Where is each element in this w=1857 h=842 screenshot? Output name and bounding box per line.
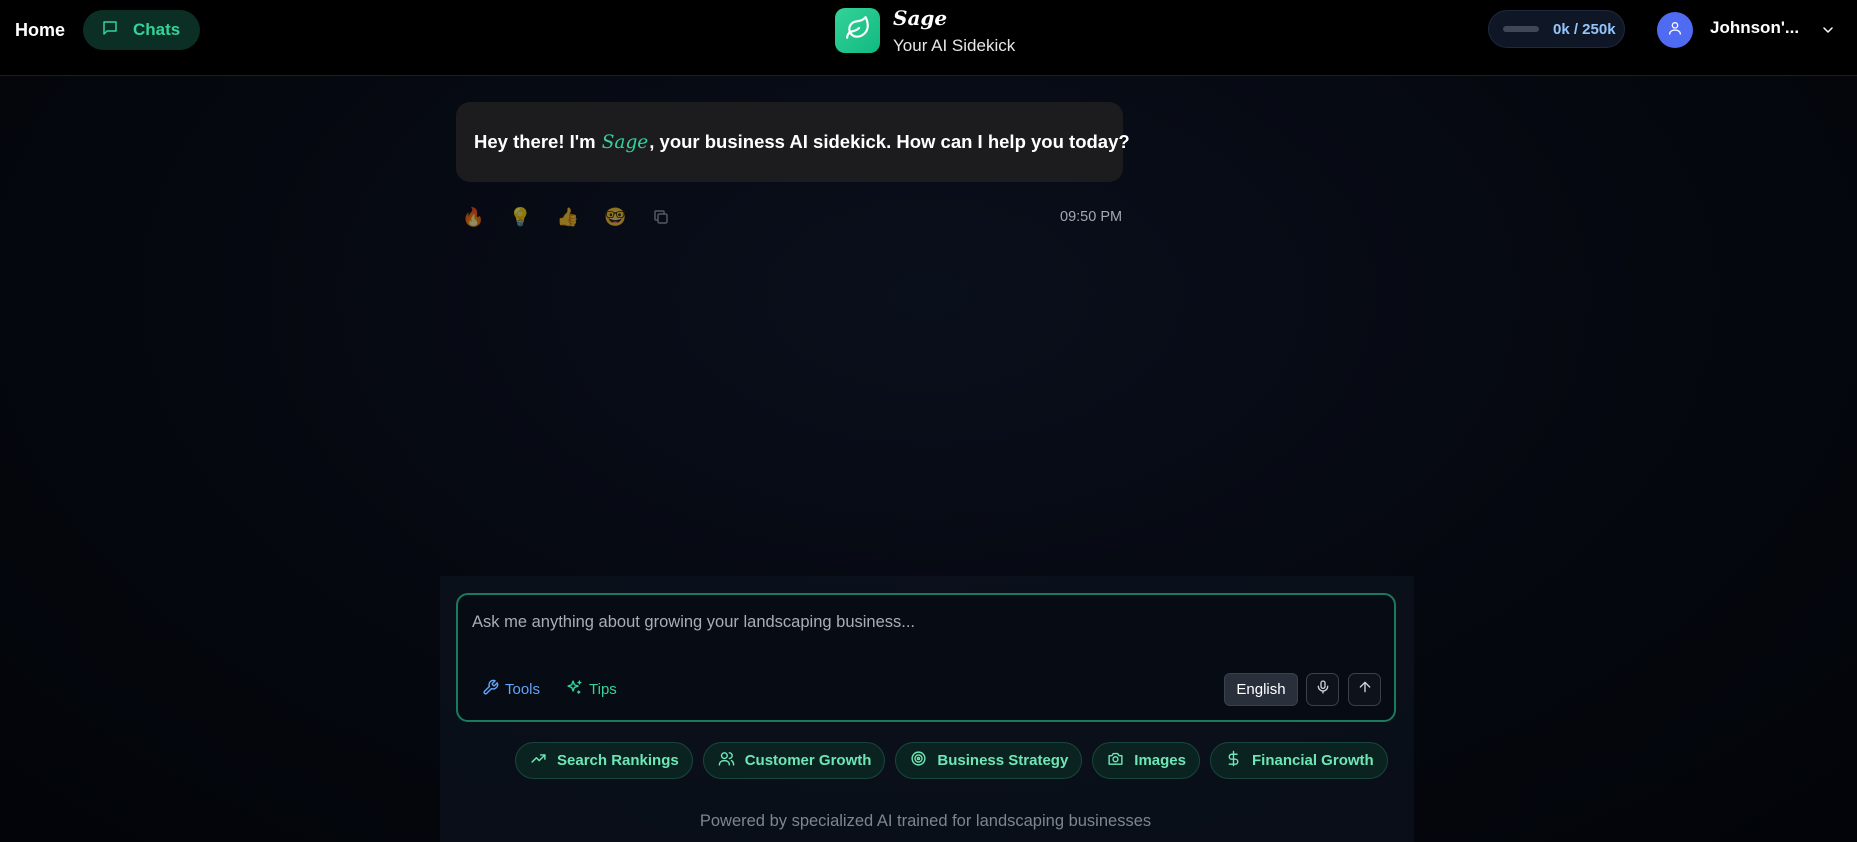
user-icon (1667, 20, 1683, 41)
microphone-button[interactable] (1306, 673, 1339, 706)
microphone-icon (1315, 679, 1331, 700)
brand-logo (835, 8, 880, 53)
language-select[interactable]: English (1224, 673, 1298, 706)
message-text-before: Hey there! I'm (474, 131, 601, 152)
top-nav-bar: Home Chats Sage Your AI Sidekick 0k / 25… (0, 0, 1857, 76)
fire-reaction-button[interactable]: 🔥 (462, 208, 484, 226)
arrow-up-icon (1357, 679, 1373, 700)
assistant-message: Hey there! I'm Sage, your business AI si… (456, 102, 1130, 182)
nav-chats-button[interactable]: Chats (83, 10, 200, 50)
thumbs-up-reaction-button[interactable]: 👍 (557, 208, 579, 226)
leaf-icon (845, 15, 871, 46)
lightbulb-reaction-button[interactable]: 💡 (509, 208, 531, 226)
dollar-icon (1225, 750, 1242, 771)
trending-up-icon (530, 750, 547, 771)
tips-label: Tips (589, 680, 617, 698)
message-text-after: , your business AI sidekick. How can I h… (649, 131, 1130, 152)
brand-tagline: Your AI Sidekick (893, 36, 1016, 55)
chevron-down-icon[interactable] (1820, 22, 1836, 38)
send-button[interactable] (1348, 673, 1381, 706)
chip-label: Search Rankings (557, 752, 679, 769)
copy-icon[interactable] (652, 208, 670, 226)
tips-button[interactable]: Tips (566, 677, 617, 701)
users-icon (718, 750, 735, 771)
token-usage-bar (1503, 26, 1539, 32)
chip-label: Financial Growth (1252, 752, 1374, 769)
nav-home-link[interactable]: Home (15, 18, 65, 42)
nerd-reaction-button[interactable]: 🤓 (604, 208, 626, 226)
wrench-icon (482, 679, 499, 700)
message-timestamp: 09:50 PM (1060, 209, 1123, 225)
chat-bubble-icon (101, 19, 119, 42)
chip-label: Images (1134, 752, 1186, 769)
nav-chats-label: Chats (133, 20, 181, 39)
sparkles-icon (566, 679, 583, 700)
chip-search-rankings[interactable]: Search Rankings (515, 742, 693, 779)
message-assistant-name: Sage (601, 131, 649, 153)
chip-label: Business Strategy (937, 752, 1069, 769)
chip-financial-growth[interactable]: Financial Growth (1210, 742, 1388, 779)
tools-label: Tools (505, 680, 541, 698)
avatar[interactable] (1657, 12, 1693, 48)
target-icon (910, 750, 927, 771)
chip-label: Customer Growth (744, 752, 872, 769)
footer-note: Powered by specialized AI trained for la… (699, 812, 1152, 830)
brand-name: Sage (893, 6, 948, 30)
suggestion-chips: Search Rankings Customer Growth Business… (515, 742, 1388, 779)
composer-box: Tools Tips English (456, 593, 1396, 722)
message-input[interactable] (472, 609, 1372, 635)
user-menu-name[interactable]: Johnson'... (1710, 18, 1799, 38)
message-reactions: 🔥 💡 👍 🤓 (462, 204, 670, 230)
token-usage-pill: 0k / 250k (1488, 10, 1625, 48)
camera-icon (1107, 750, 1124, 771)
tools-button[interactable]: Tools (482, 677, 540, 701)
chip-business-strategy[interactable]: Business Strategy (895, 742, 1083, 779)
chip-images[interactable]: Images (1092, 742, 1200, 779)
chip-customer-growth[interactable]: Customer Growth (702, 742, 886, 779)
token-usage-text: 0k / 250k (1553, 20, 1616, 38)
